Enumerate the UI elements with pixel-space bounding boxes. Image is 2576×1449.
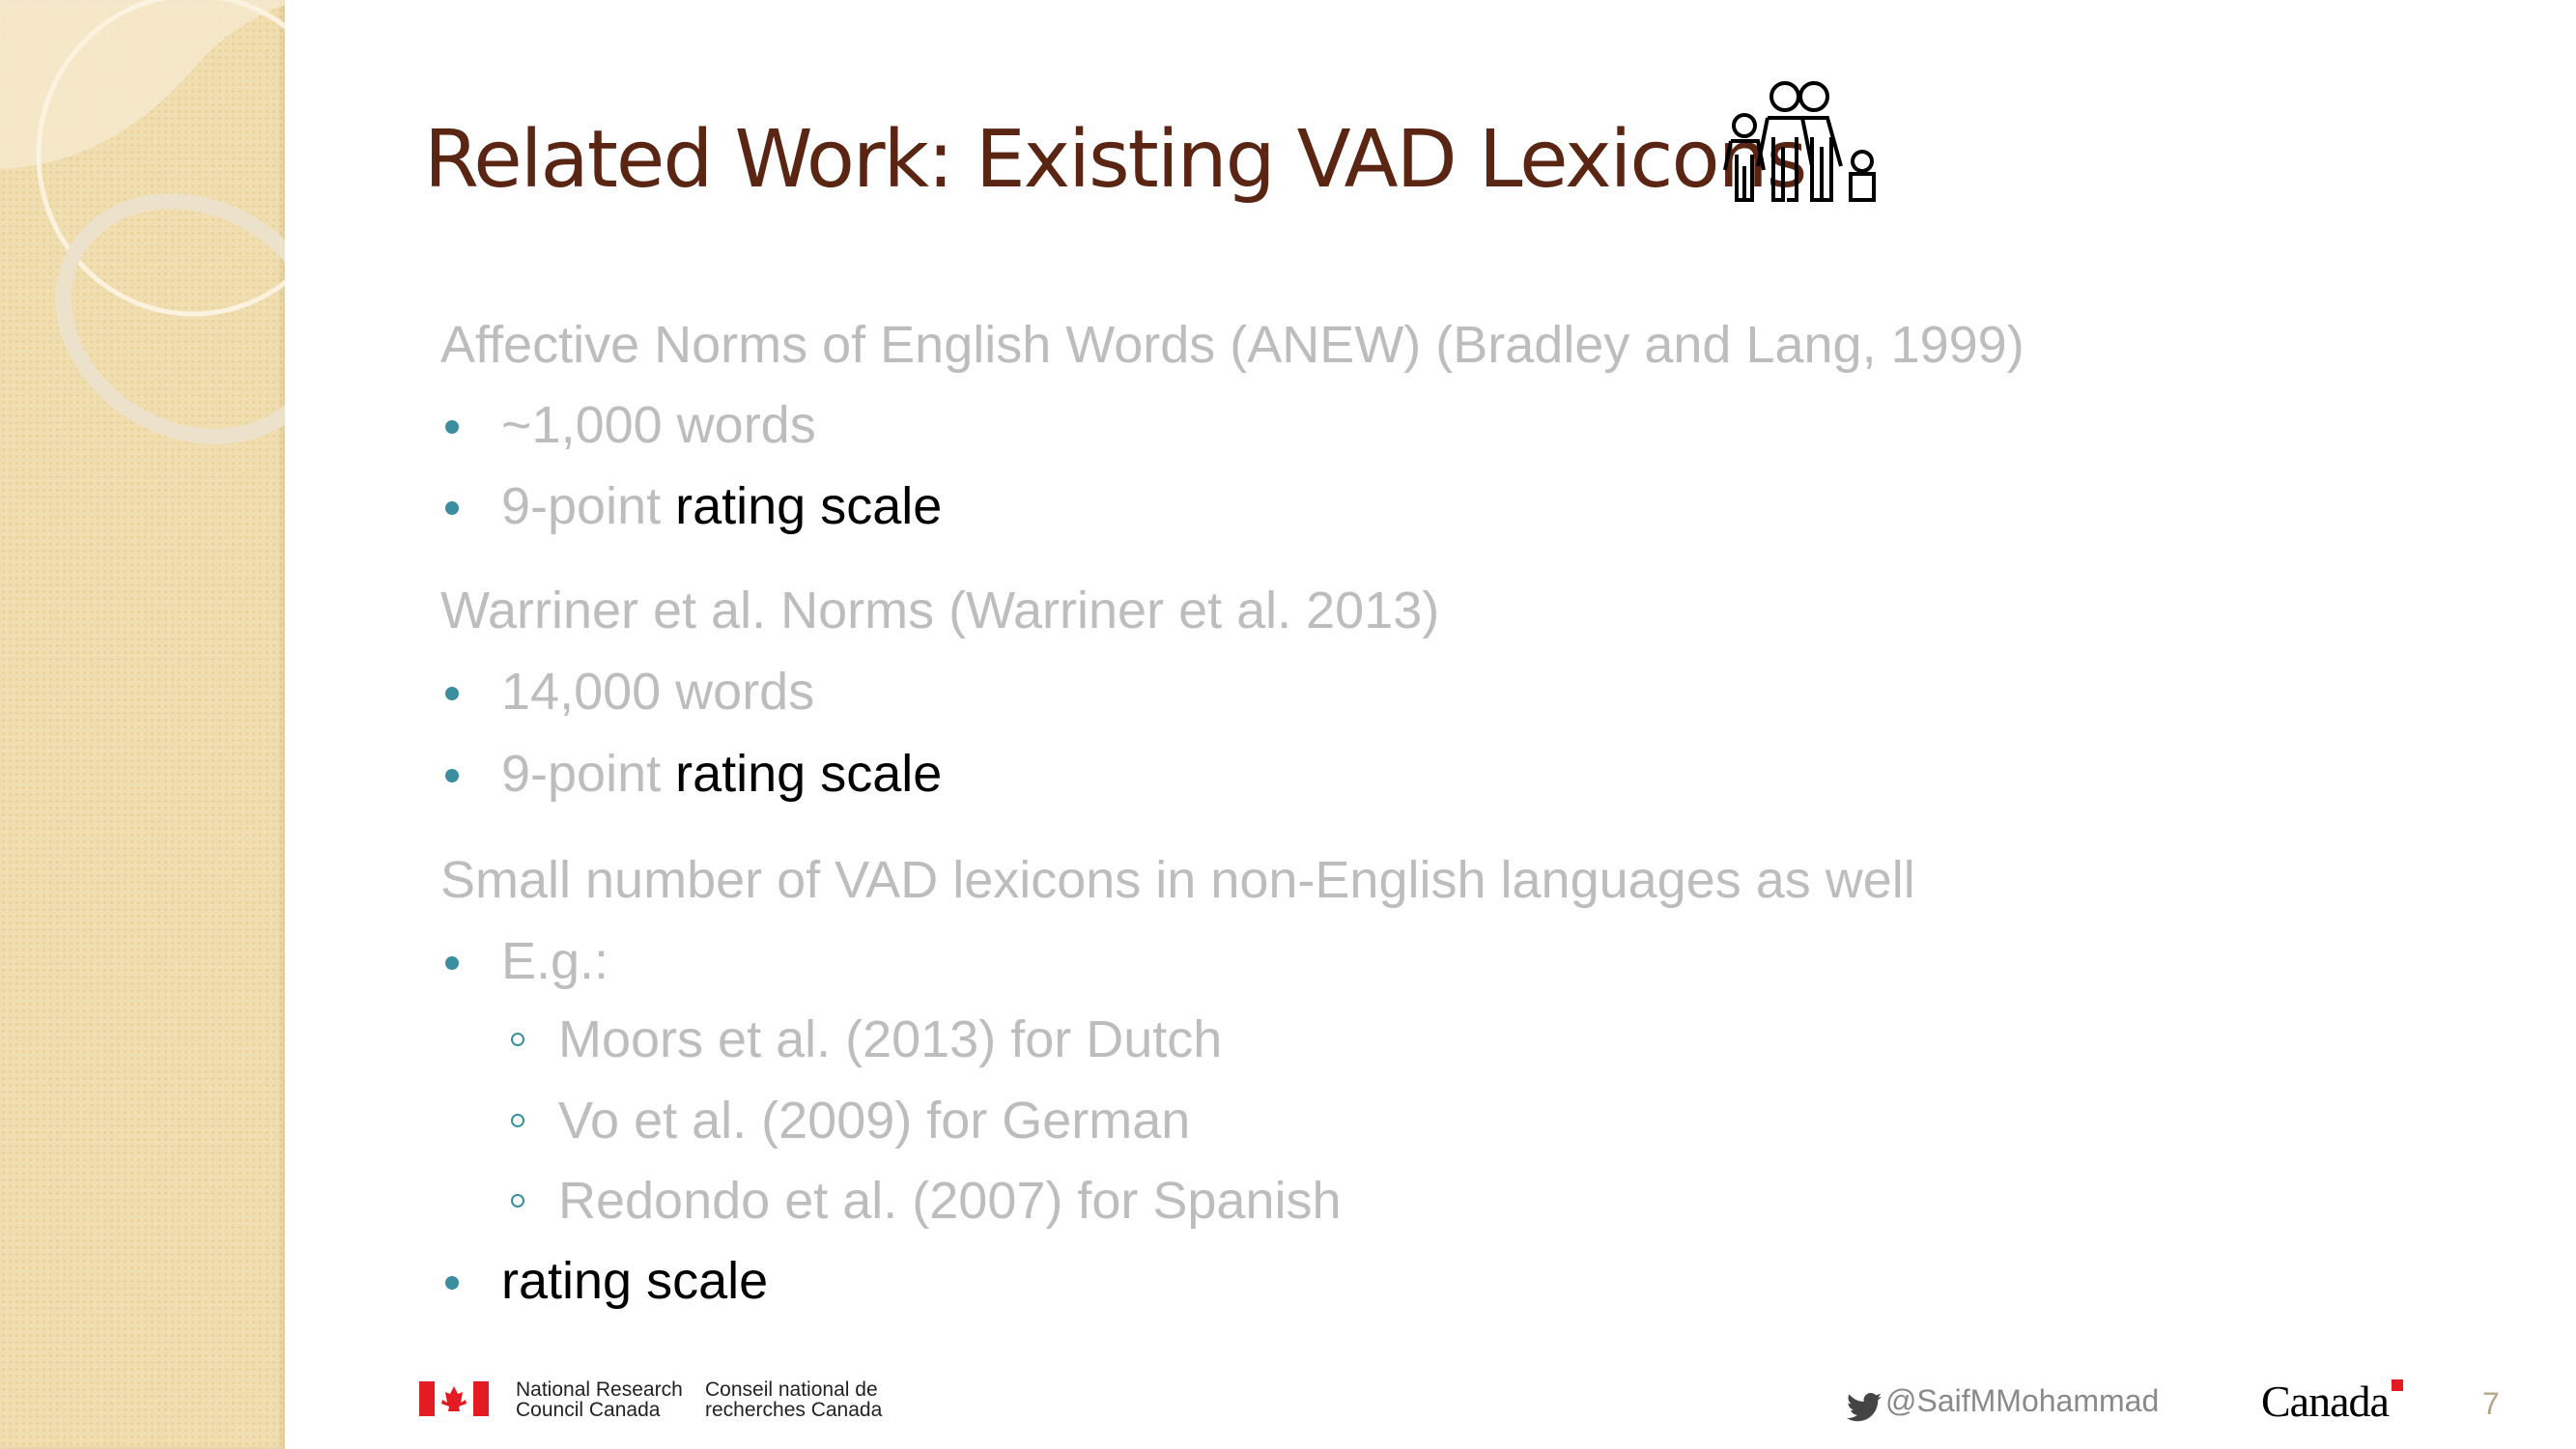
list-item-black: rating scale [661,477,943,535]
twitter-handle: @SaifMMohammad [1885,1383,2160,1418]
bullet-icon [445,420,459,434]
nrc-line: recherches Canada [705,1399,883,1421]
section-heading: Warriner et al. Norms (Warriner et al. 2… [440,582,1440,639]
sub-list-item: Vo et al. (2009) for German [558,1092,1191,1150]
list-item-gray: 9-point [501,745,662,803]
bullet-icon [445,687,459,700]
slide-title: Related Work: Existing VAD Lexicons [424,114,1807,206]
nrc-line: Council Canada [516,1399,661,1421]
canada-flag-icon [419,1381,489,1416]
sub-bullet-icon [511,1114,524,1127]
bullet-icon [445,769,459,782]
bullet-icon [445,1276,459,1290]
nrc-name-english: National Research Council Canada [516,1379,683,1420]
bullet-icon [445,956,459,970]
list-item-black: rating scale [661,745,943,803]
family-icon [1723,81,1876,202]
list-item: 9-point rating scale [501,744,942,804]
nrc-line: National Research [516,1378,683,1401]
decorative-rings [0,0,285,444]
list-item: 14,000 words [501,663,815,721]
list-item: ~1,000 words [501,396,816,454]
decorative-sidebar [0,0,285,1449]
sub-bullet-icon [511,1033,524,1046]
list-item: E.g.: [501,932,609,990]
twitter-icon [1847,1393,1882,1422]
canada-wordmark: Canada [2261,1377,2390,1426]
nrc-line: Conseil national de [705,1378,878,1401]
wordmark-flag-icon [2392,1379,2403,1391]
nrc-name-french: Conseil national de recherches Canada [705,1379,882,1420]
sub-bullet-icon [511,1194,524,1208]
list-item: 9-point rating scale [501,476,942,536]
bullet-icon [445,501,459,515]
page-number: 7 [2482,1386,2500,1421]
list-item-gray: 9-point [501,477,662,535]
section-heading: Affective Norms of English Words (ANEW) … [440,316,2024,374]
list-item: rating scale [501,1252,769,1310]
sub-list-item: Redondo et al. (2007) for Spanish [558,1172,1342,1230]
sub-list-item: Moors et al. (2013) for Dutch [558,1010,1223,1068]
section-heading: Small number of VAD lexicons in non-Engl… [440,851,1915,909]
